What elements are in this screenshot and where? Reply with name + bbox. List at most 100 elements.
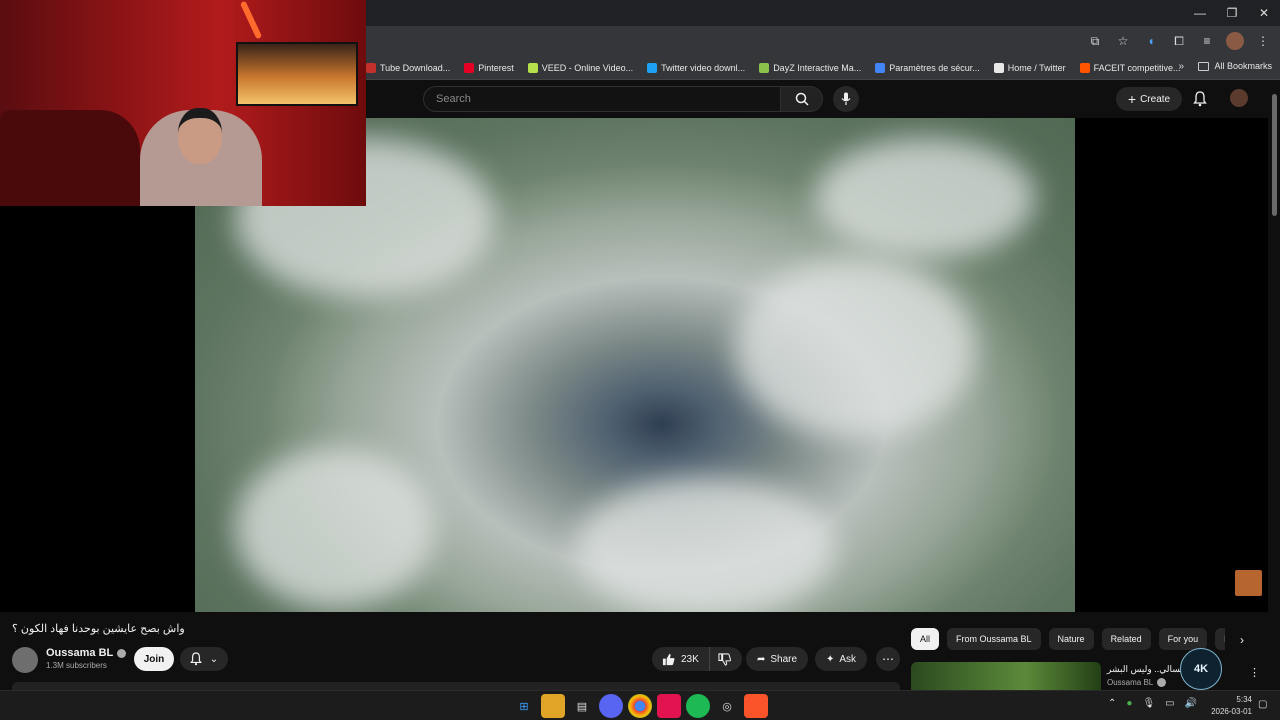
bookmark-item[interactable]: FACEIT competitive... (1079, 63, 1181, 73)
bookmark-favicon-icon (647, 63, 658, 73)
bookmark-star-icon[interactable]: ☆ (1114, 32, 1132, 50)
tray-app-icon[interactable]: ● (1126, 698, 1132, 709)
bookmark-item[interactable]: Home / Twitter (993, 63, 1066, 73)
bell-icon (1193, 91, 1207, 107)
restore-icon[interactable]: ❐ (1216, 0, 1248, 26)
like-dislike-group: 23K (652, 647, 742, 671)
create-button[interactable]: + Create (1116, 87, 1182, 111)
screen: — ❐ ✕ ⧉ ☆ ◖ ⧠ ≡ ⋮ Tube Download... Pinter… (0, 0, 1280, 720)
notification-icon[interactable]: ▢ (1258, 699, 1267, 710)
media-control-icon[interactable]: ≡ (1198, 32, 1216, 50)
page-scrollbar[interactable] (1268, 80, 1280, 690)
recommendation-chips: All From Oussama BL Nature Related For you Re (911, 628, 1225, 650)
filter-chip[interactable]: For you (1158, 628, 1208, 650)
chips-next-button[interactable]: › (1232, 630, 1252, 650)
filter-chip[interactable]: From Oussama BL (947, 628, 1041, 650)
webcam-overlay (0, 0, 366, 206)
webcam-person-head (178, 108, 222, 164)
like-count: 23K (681, 653, 699, 665)
like-button[interactable]: 23K (652, 647, 710, 671)
bookmark-favicon-icon (1079, 63, 1090, 73)
bookmark-label: Twitter video downl... (661, 63, 746, 73)
filter-chip[interactable]: Related (1101, 628, 1151, 650)
capcut-icon[interactable] (657, 694, 681, 718)
menu-kebab-icon[interactable]: ⋮ (1254, 32, 1272, 50)
filter-chip[interactable]: Nature (1048, 628, 1094, 650)
file-explorer-icon[interactable] (541, 694, 565, 718)
bookmark-item[interactable]: Twitter video downl... (647, 63, 745, 73)
bookmark-item[interactable]: VEED - Online Video... (527, 63, 633, 73)
chevron-right-icon: › (1240, 633, 1244, 647)
search-icon (795, 92, 809, 106)
channel-name-row[interactable]: Oussama BL (46, 647, 127, 659)
more-horizontal-icon: ⋯ (882, 652, 894, 666)
profile-avatar[interactable] (1226, 32, 1244, 50)
toolbar-icons: ⧉ ☆ ◖ ⧠ ≡ ⋮ (1086, 32, 1272, 50)
taskbar-clock[interactable]: 5:34 2026-03-01 (1208, 694, 1252, 718)
dislike-button[interactable] (710, 647, 740, 671)
filter-chip[interactable]: All (911, 628, 940, 650)
ask-button[interactable]: ✦ Ask (815, 647, 867, 671)
voice-search-button[interactable] (833, 86, 859, 112)
network-icon[interactable]: ▭ (1165, 698, 1174, 709)
channel-name[interactable]: Oussama BL (46, 647, 113, 659)
folder-icon (1198, 61, 1210, 71)
notifications-button[interactable] (1190, 88, 1210, 110)
channel-watermark[interactable] (1235, 570, 1262, 596)
ask-label: Ask (839, 653, 857, 665)
mic-icon (841, 92, 851, 105)
more-bookmarks-button[interactable]: » (1178, 61, 1184, 72)
cloud-blur (235, 448, 435, 608)
search-input[interactable]: Search (423, 86, 781, 112)
channel-avatar[interactable] (12, 647, 38, 673)
scrollbar-thumb[interactable] (1272, 94, 1277, 216)
bookmark-item[interactable]: Paramètres de sécur... (875, 63, 980, 73)
bookmarks-list: Tube Download... Pinterest VEED - Online V… (366, 56, 1181, 80)
spotify-icon[interactable] (686, 694, 710, 718)
recommended-thumbnail[interactable] (911, 662, 1101, 690)
chrome-icon[interactable] (628, 694, 652, 718)
verified-icon (1157, 678, 1167, 687)
bookmark-item[interactable]: Pinterest (464, 63, 514, 73)
chevron-up-icon[interactable]: ⌃ (1108, 698, 1116, 709)
bookmark-item[interactable]: DayZ Interactive Ma... (759, 63, 861, 73)
bookmark-item[interactable]: Tube Download... (366, 63, 450, 73)
bookmark-favicon-icon (759, 63, 770, 73)
video-title: واش بصح عايشين بوحدنا فهاد الكون ؟ (12, 623, 185, 635)
close-icon[interactable]: ✕ (1248, 0, 1280, 26)
webcam-light-strip (239, 0, 263, 40)
bookmark-favicon-icon (993, 63, 1004, 73)
bookmark-favicon-icon (527, 63, 538, 73)
cloud-blur (735, 258, 975, 438)
recommended-menu-button[interactable]: ⋮ (1249, 666, 1260, 679)
thumbs-down-icon (718, 652, 732, 666)
puzzle-icon[interactable]: ⧠ (1170, 32, 1188, 50)
join-button[interactable]: Join (134, 647, 174, 671)
search-placeholder: Search (436, 93, 471, 105)
minimize-icon[interactable]: — (1184, 0, 1216, 26)
more-actions-button[interactable]: ⋯ (876, 647, 900, 671)
cloud-blur (575, 478, 835, 612)
windows-taskbar: ⊞ ▤ ◎ ⌃ ● 🎙 ▭ 🔊 5:34 2026-03-01 ▢ (0, 690, 1280, 720)
sparkle-icon: ✦ (825, 653, 835, 665)
obs-icon[interactable]: ◎ (715, 694, 739, 718)
discord-icon[interactable] (599, 694, 623, 718)
all-bookmarks-label: All Bookmarks (1214, 61, 1272, 71)
clock-time: 5:34 (1236, 695, 1252, 704)
share-button[interactable]: ➦ Share (746, 647, 808, 671)
extension-icon[interactable]: ◖ (1142, 32, 1160, 50)
all-bookmarks-button[interactable]: All Bookmarks (1198, 61, 1272, 71)
store-icon[interactable]: ▤ (570, 694, 594, 718)
recommended-channel: Oussama BL (1107, 678, 1154, 687)
search-button[interactable] (781, 86, 823, 112)
video-details: واش بصح عايشين بوحدنا فهاد الكون ؟ Oussa… (0, 612, 1268, 690)
mic-icon[interactable]: 🎙 (1142, 698, 1155, 709)
subscription-notification-button[interactable]: ⌄ (180, 647, 228, 671)
volume-icon[interactable]: 🔊 (1185, 698, 1197, 709)
user-avatar[interactable] (1230, 89, 1248, 107)
filter-chip[interactable]: Re (1215, 628, 1225, 650)
brave-icon[interactable] (744, 694, 768, 718)
description-box[interactable] (12, 682, 900, 690)
install-app-icon[interactable]: ⧉ (1086, 32, 1104, 50)
start-icon[interactable]: ⊞ (512, 694, 536, 718)
